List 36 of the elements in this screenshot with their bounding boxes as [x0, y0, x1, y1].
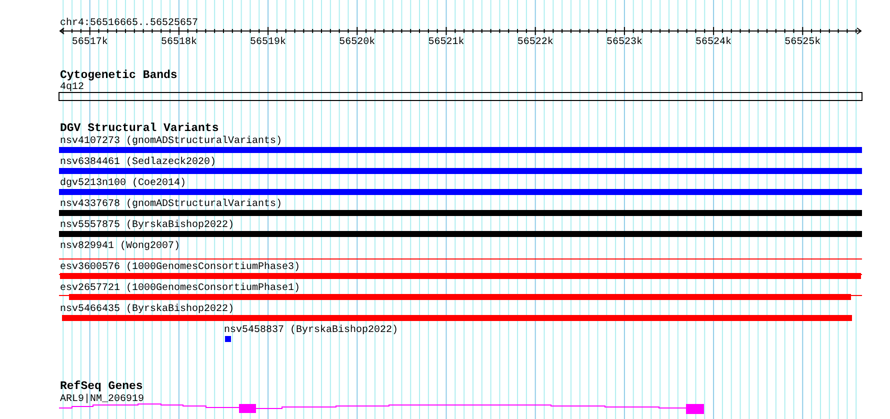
variant-label: nsv5466435 (ByrskaBishop2022)	[60, 304, 234, 315]
variant-label: nsv829941 (Wong2007)	[60, 241, 180, 252]
ruler-tick-label: 56518k	[160, 37, 197, 48]
variant-bar[interactable]	[59, 168, 862, 174]
variant-line[interactable]	[59, 258, 862, 260]
gene-label: ARL9|NM_206919	[60, 394, 144, 405]
variant-label: nsv6384461 (Sedlazeck2020)	[60, 157, 216, 168]
ruler-tick-label: 56517k	[72, 37, 108, 48]
variant-bar[interactable]	[59, 210, 862, 216]
variant-bar[interactable]	[225, 336, 231, 342]
variant-bar[interactable]	[59, 231, 862, 237]
track-title: DGV Structural Variants	[60, 122, 219, 135]
variant-label: esv3600576 (1000GenomesConsortiumPhase3)	[60, 262, 300, 273]
ruler-tick-label: 56520k	[339, 37, 376, 48]
band-label: 4q12	[60, 82, 84, 93]
variant-label: nsv5557875 (ByrskaBishop2022)	[60, 220, 234, 231]
variant-bar[interactable]	[69, 294, 851, 300]
track-title: RefSeq Genes	[60, 380, 143, 393]
ruler-tick-label: 56519k	[250, 37, 286, 48]
variant-label: nsv4107273 (gnomADStructuralVariants)	[60, 136, 282, 147]
variant-bar[interactable]	[62, 315, 852, 321]
ruler-tick-label: 56522k	[517, 37, 554, 48]
ruler-tick-label: 56524k	[696, 37, 732, 48]
location-label: chr4:56516665..56525657	[60, 18, 198, 29]
variant-label: nsv5458837 (ByrskaBishop2022)	[224, 325, 398, 336]
variant-label: dgv5213n100 (Coe2014)	[60, 178, 186, 189]
gene-model[interactable]	[58, 404, 704, 414]
ruler-tick-label: 56525k	[784, 37, 821, 48]
ruler-tick-label: 56521k	[428, 37, 464, 48]
ruler-tick-label: 56523k	[606, 37, 642, 48]
variant-bar[interactable]	[59, 147, 862, 153]
variant-label: esv2657721 (1000GenomesConsortiumPhase1)	[60, 283, 300, 294]
variant-label: nsv4337678 (gnomADStructuralVariants)	[60, 199, 282, 210]
variant-bar[interactable]	[59, 189, 862, 195]
track-title: Cytogenetic Bands	[60, 69, 178, 82]
variant-bar[interactable]	[60, 273, 861, 279]
